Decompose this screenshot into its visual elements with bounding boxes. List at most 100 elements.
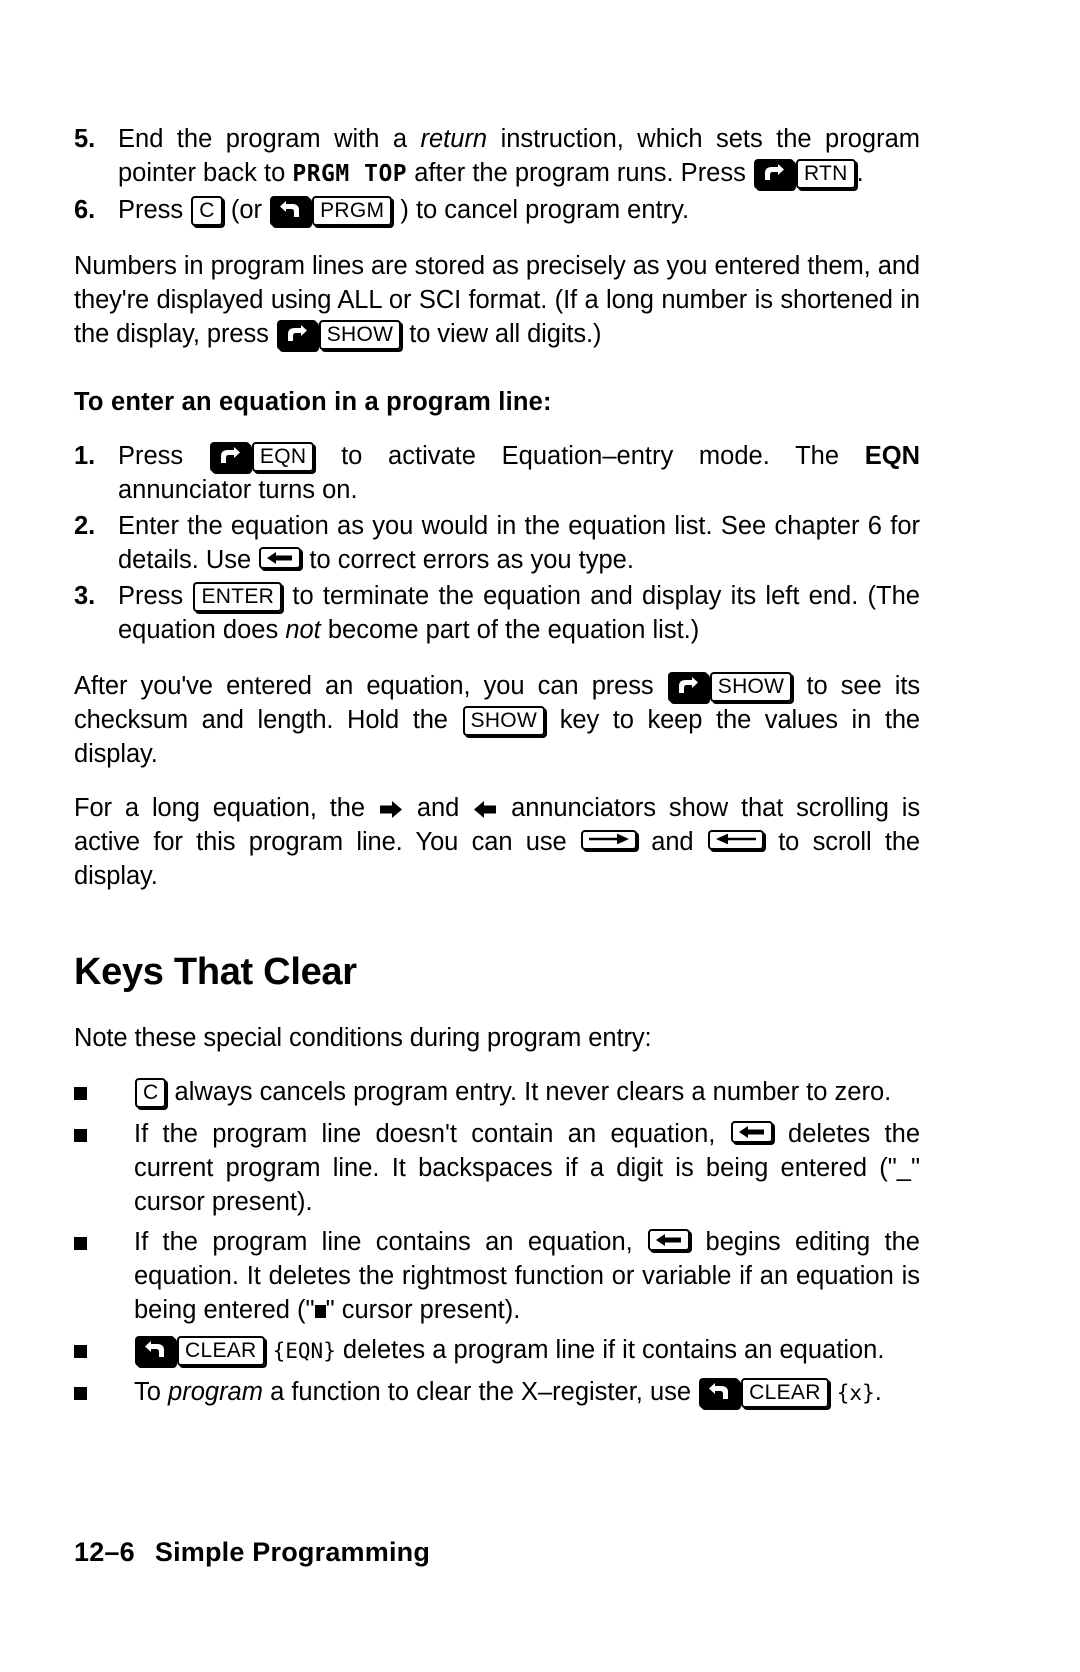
- paragraph-checksum-text-1: After you've entered an equation, you ca…: [74, 672, 667, 700]
- footer-chapter-title: Simple Programming: [154, 1537, 431, 1567]
- equation-steps-list: 1. Press EQN to activate Equation–entry …: [74, 439, 920, 647]
- right-shift-key[interactable]: [276, 320, 317, 350]
- clear-bullet-5-text-1: To: [134, 1378, 169, 1406]
- enter-key[interactable]: ENTER: [193, 582, 283, 612]
- right-scroll-key[interactable]: [580, 830, 637, 850]
- clear-bullet-5: To program a function to clear the X–reg…: [74, 1375, 920, 1411]
- prgm-key[interactable]: PRGM: [312, 196, 393, 226]
- section-heading-keys-that-clear: Keys That Clear: [74, 951, 357, 993]
- step-6-text-3: ) to cancel program entry.: [393, 196, 690, 224]
- c-key[interactable]: C: [191, 196, 223, 226]
- clear-bullet-4-text: CLEAR {EQN} deletes a program line if it…: [134, 1333, 920, 1368]
- step-5-italic-return: return: [420, 125, 488, 153]
- step-5-number: 5.: [74, 125, 96, 153]
- backspace-key[interactable]: [730, 1121, 773, 1143]
- left-shift-key[interactable]: [270, 196, 311, 226]
- step-6: 6. Press C (or PRGM ) to cancel program …: [74, 193, 920, 227]
- clear-key[interactable]: CLEAR: [177, 1336, 265, 1366]
- clear-bullet-1-text: C always cancels program entry. It never…: [134, 1075, 920, 1109]
- backspace-key[interactable]: [259, 547, 302, 569]
- right-shift-arrow-icon: [677, 677, 699, 696]
- left-shift-arrow-icon: [279, 201, 301, 220]
- spacer-before-scrolling: [74, 771, 920, 791]
- rtn-key[interactable]: RTN: [795, 159, 856, 189]
- step-5-text-1: End the program with a: [118, 125, 421, 153]
- step-5-text-4: .: [856, 159, 864, 187]
- clear-bullet-5-italic-program: program: [168, 1378, 263, 1406]
- clear-bullet-2-text: If the program line doesn't contain an e…: [134, 1117, 920, 1219]
- spacer-before-bullets: [74, 1055, 920, 1075]
- bullet-square-icon: [74, 1333, 134, 1369]
- clear-bullet-4-text-1: deletes a program line if it contains an…: [335, 1336, 885, 1364]
- equation-step-1: 1. Press EQN to activate Equation–entry …: [74, 439, 920, 507]
- paragraph-checksum: After you've entered an equation, you ca…: [74, 669, 920, 771]
- equation-step-1-text: Press EQN to activate Equation–entry mod…: [118, 439, 920, 507]
- paragraph-numbers: Numbers in program lines are stored as p…: [74, 249, 920, 351]
- right-shift-key[interactable]: [753, 159, 794, 189]
- step-6-number: 6.: [74, 196, 96, 224]
- equation-step-2: 2. Enter the equation as you would in th…: [74, 509, 920, 577]
- left-shift-key[interactable]: [135, 1336, 175, 1366]
- subheading-enter-equation: To enter an equation in a program line:: [74, 388, 552, 416]
- left-arrow-icon: [715, 833, 756, 845]
- show-key[interactable]: SHOW: [709, 672, 793, 702]
- page-footer: 12–6 Simple Programming: [74, 1537, 430, 1568]
- bullet-square-icon: [74, 1375, 134, 1411]
- spacer-before-section-heading: [74, 893, 920, 949]
- equation-step-2-text: Enter the equation as you would in the e…: [118, 509, 920, 577]
- equation-step-1-number: 1.: [74, 442, 96, 470]
- clear-bullet-5-text: To program a function to clear the X–reg…: [134, 1375, 920, 1410]
- equation-step-2-text-2: to correct errors as you type.: [302, 546, 634, 574]
- clear-bullet-1: C always cancels program entry. It never…: [74, 1075, 920, 1111]
- clear-bullet-4: CLEAR {EQN} deletes a program line if it…: [74, 1333, 920, 1369]
- left-shift-key[interactable]: [699, 1378, 740, 1408]
- spacer-before-checksum: [74, 649, 920, 669]
- clear-bullet-1-text-1: always cancels program entry. It never c…: [167, 1078, 892, 1106]
- equation-step-3-italic-not: not: [285, 616, 321, 644]
- paragraph-scrolling-text-4: and: [637, 828, 707, 856]
- step-5-lcd-prgm-top: PRGM TOP: [292, 161, 408, 187]
- step-5-text-3: after the program runs. Press: [407, 159, 753, 187]
- document-page: 5. End the program with a return instruc…: [74, 0, 920, 1672]
- eqn-annunciator-label: EQN: [864, 442, 920, 470]
- bullet-square-icon: [74, 1075, 134, 1111]
- clear-bullet-2-text-1: If the program line doesn't contain an e…: [134, 1120, 730, 1148]
- equation-step-3: 3. Press ENTER to terminate the equation…: [74, 579, 920, 647]
- backspace-arrow-icon: [656, 1234, 682, 1246]
- show-key[interactable]: SHOW: [318, 320, 402, 350]
- left-scroll-key[interactable]: [707, 830, 764, 850]
- equation-step-3-text-1: Press: [118, 582, 193, 610]
- step-5-text: End the program with a return instructio…: [118, 122, 920, 191]
- show-key[interactable]: SHOW: [462, 706, 546, 736]
- equation-step-3-number: 3.: [74, 582, 96, 610]
- block-cursor-glyph: [314, 1305, 326, 1318]
- right-shift-key[interactable]: [667, 672, 708, 702]
- clear-bullet-3-text-3: " cursor present).: [325, 1296, 521, 1324]
- equation-step-1-text-2: to activate Equation–entry mode. The: [315, 442, 865, 470]
- steps-continued-list: 5. End the program with a return instruc…: [74, 122, 920, 227]
- right-shift-arrow-icon: [763, 164, 785, 183]
- clear-bullet-5-text-3: .: [874, 1378, 882, 1406]
- clear-bullet-2: If the program line doesn't contain an e…: [74, 1117, 920, 1219]
- top-margin-spacer: [74, 0, 920, 122]
- spacer-after-section-heading: [74, 995, 920, 1021]
- clear-key[interactable]: CLEAR: [741, 1378, 829, 1408]
- right-shift-arrow-icon: [286, 325, 308, 344]
- eqn-menu-label: {EQN}: [272, 1339, 336, 1363]
- underscore-cursor-glyph: _: [896, 1154, 911, 1182]
- step-6-text: Press C (or PRGM ) to cancel program ent…: [118, 193, 920, 227]
- right-arrow-icon: [588, 833, 629, 845]
- bullet-square-icon: [74, 1225, 134, 1261]
- eqn-key[interactable]: EQN: [251, 442, 315, 472]
- right-shift-key[interactable]: [209, 442, 250, 472]
- spacer-after-subheading: [74, 419, 920, 439]
- backspace-key[interactable]: [648, 1229, 691, 1251]
- spacer-before-subheading: [74, 351, 920, 385]
- spacer-after-steps: [74, 229, 920, 249]
- footer-page-number: 12–6: [74, 1537, 135, 1567]
- c-key[interactable]: C: [135, 1078, 167, 1108]
- clear-bullet-3: If the program line contains an equation…: [74, 1225, 920, 1327]
- x-menu-label: {x}: [836, 1381, 875, 1405]
- clear-bullets-list: C always cancels program entry. It never…: [74, 1075, 920, 1411]
- equation-step-1-text-3: annunciator turns on.: [118, 476, 358, 504]
